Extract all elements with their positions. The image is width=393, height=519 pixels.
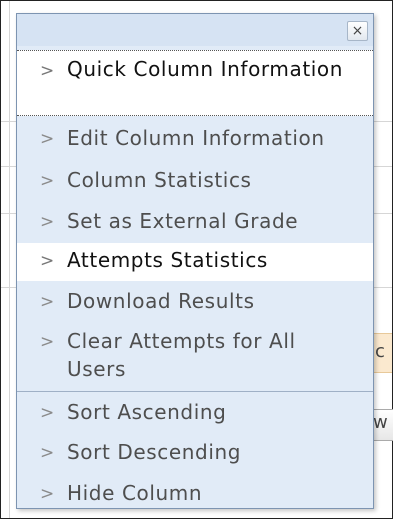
menu-item-sort-descending[interactable]: > Sort Descending bbox=[17, 438, 373, 472]
menu-item-download-results[interactable]: > Download Results bbox=[17, 287, 373, 321]
chevron-right-icon: > bbox=[40, 332, 55, 352]
chevron-right-icon: > bbox=[40, 212, 55, 232]
close-button[interactable]: × bbox=[347, 21, 368, 41]
menu-item-label: Clear Attempts for All Users bbox=[67, 329, 296, 381]
menu-item-sort-ascending[interactable]: > Sort Ascending bbox=[17, 398, 373, 432]
chevron-right-icon: > bbox=[40, 403, 55, 423]
chevron-right-icon: > bbox=[40, 171, 55, 191]
menu-item-label: Download Results bbox=[67, 289, 255, 313]
menu-item-hide-column[interactable]: > Hide Column bbox=[17, 479, 373, 507]
chevron-right-icon: > bbox=[40, 129, 55, 149]
background-text-fragment: c bbox=[375, 341, 385, 362]
background-divider bbox=[9, 1, 10, 518]
chevron-right-icon: > bbox=[40, 292, 55, 312]
menu-item-label: Edit Column Information bbox=[67, 126, 325, 150]
menu-item-clear-attempts-for-all-users[interactable]: > Clear Attempts for All Users bbox=[17, 327, 373, 387]
menu-item-set-as-external-grade[interactable]: > Set as External Grade bbox=[17, 207, 373, 241]
menu-item-quick-column-information[interactable]: > Quick Column Information bbox=[17, 50, 373, 116]
menu-item-label: Set as External Grade bbox=[67, 209, 299, 233]
menu-item-label: Column Statistics bbox=[67, 168, 252, 192]
menu-item-attempts-statistics[interactable]: > Attempts Statistics bbox=[17, 243, 373, 281]
menu-item-edit-column-information[interactable]: > Edit Column Information bbox=[17, 124, 373, 158]
column-context-menu: × > Quick Column Information > Edit Colu… bbox=[16, 13, 374, 509]
background-text-fragment: w bbox=[373, 412, 388, 433]
menu-item-label: Quick Column Information bbox=[67, 57, 344, 81]
close-icon: × bbox=[351, 23, 364, 39]
menu-item-label: Sort Ascending bbox=[67, 400, 227, 424]
chevron-right-icon: > bbox=[40, 251, 55, 271]
chevron-right-icon: > bbox=[40, 61, 55, 81]
chevron-right-icon: > bbox=[40, 443, 55, 463]
menu-section-divider bbox=[17, 391, 373, 392]
chevron-right-icon: > bbox=[40, 484, 55, 504]
menu-item-label: Attempts Statistics bbox=[67, 248, 268, 272]
menu-item-label: Sort Descending bbox=[67, 440, 242, 464]
menu-item-label: Hide Column bbox=[67, 481, 203, 505]
menu-item-column-statistics[interactable]: > Column Statistics bbox=[17, 166, 373, 200]
menu-header: × bbox=[17, 14, 373, 46]
